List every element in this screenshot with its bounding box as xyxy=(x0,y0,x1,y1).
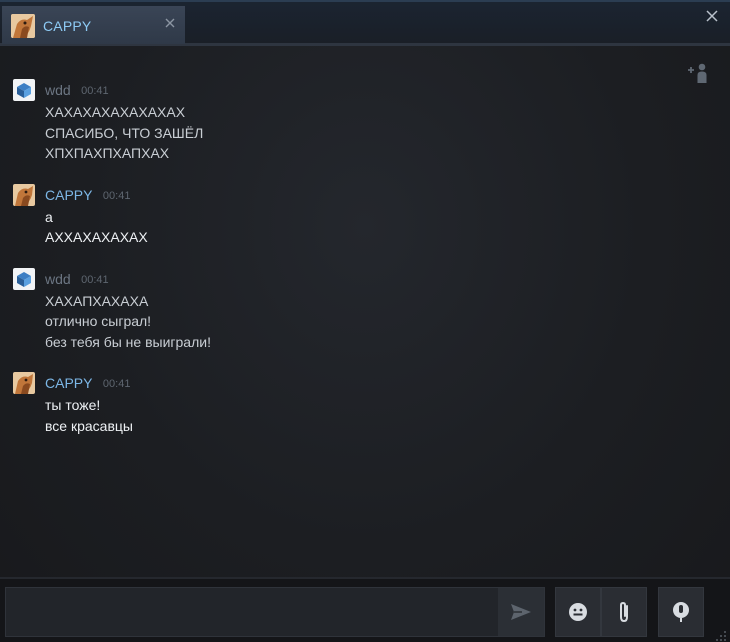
resize-grip-icon[interactable] xyxy=(715,629,727,641)
window-close-icon[interactable] xyxy=(704,8,720,24)
message-text: ХАХАПХАХАХА xyxy=(45,292,149,309)
wdd-avatar-icon[interactable] xyxy=(13,267,35,290)
emoji-button[interactable] xyxy=(555,587,601,637)
message-input[interactable] xyxy=(5,587,545,637)
chat-window: CAPPY wdd 00:41 ХАХАХАХАХАХАХАХ СПАСИБО,… xyxy=(0,0,730,642)
message-text: без тебя бы не выиграли! xyxy=(45,333,211,350)
message-text: АХХАХАХАХАХ xyxy=(45,229,148,245)
message-author[interactable]: wdd xyxy=(45,82,71,98)
tab-bar: CAPPY xyxy=(0,2,730,46)
message-list: wdd 00:41 ХАХАХАХАХАХАХАХ СПАСИБО, ЧТО З… xyxy=(0,76,690,453)
message-text: СПАСИБО, ЧТО ЗАШЁЛ xyxy=(45,124,204,141)
microphone-icon xyxy=(673,602,689,622)
tab-cappy[interactable]: CAPPY xyxy=(2,6,185,44)
message-group: wdd 00:41 ХАХАХАХАХАХАХАХ СПАСИБО, ЧТО З… xyxy=(13,76,690,164)
wdd-avatar-icon[interactable] xyxy=(13,79,35,101)
message-group: CAPPY 00:41 а АХХАХАХАХАХ xyxy=(13,181,690,248)
message-text: а xyxy=(45,208,53,225)
message-group: CAPPY 00:41 ты тоже! все красавцы xyxy=(13,369,690,436)
voice-button[interactable] xyxy=(658,587,704,637)
send-button[interactable] xyxy=(498,588,544,636)
message-text: все красавцы xyxy=(45,417,133,434)
message-author[interactable]: CAPPY xyxy=(45,375,92,391)
paperclip-icon xyxy=(620,601,628,623)
message-text: ХПХПАХПХАПХАХ xyxy=(45,145,170,161)
message-timestamp: 00:41 xyxy=(102,378,131,390)
message-author[interactable]: wdd xyxy=(45,271,71,287)
attach-button[interactable] xyxy=(601,587,647,637)
cappy-avatar-icon xyxy=(11,14,35,38)
message-group: wdd 00:41 ХАХАПХАХАХА отлично сыграл! бе… xyxy=(13,265,690,353)
message-author[interactable]: CAPPY xyxy=(45,187,92,203)
close-icon[interactable] xyxy=(163,16,177,30)
message-timestamp: 00:41 xyxy=(81,273,109,286)
composer-bar xyxy=(0,577,730,642)
message-text: отлично сыграл! xyxy=(45,313,152,329)
emoji-icon xyxy=(569,603,587,621)
send-icon xyxy=(511,604,531,620)
cappy-avatar-icon[interactable] xyxy=(13,372,35,394)
tab-label: CAPPY xyxy=(43,18,92,34)
message-text: ХАХАХАХАХАХАХАХ xyxy=(45,104,186,120)
message-text: ты тоже! xyxy=(45,397,101,413)
message-timestamp: 00:41 xyxy=(81,85,109,97)
message-timestamp: 00:41 xyxy=(102,189,131,202)
cappy-avatar-icon[interactable] xyxy=(13,183,35,206)
